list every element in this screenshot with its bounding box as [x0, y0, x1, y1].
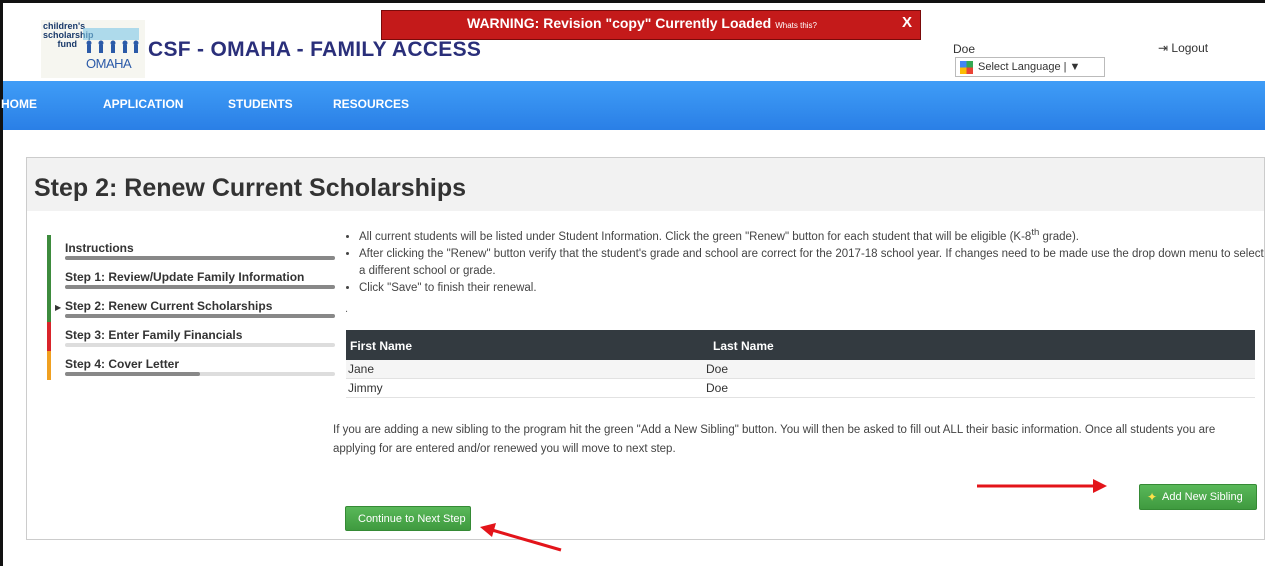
- table-row[interactable]: Jane Doe: [346, 360, 1255, 379]
- step-progress-bar: [65, 372, 335, 376]
- children-figures-icon: [83, 28, 139, 53]
- step-label: Step 3: Enter Family Financials: [65, 328, 243, 342]
- instruction-item: After clicking the "Renew" button verify…: [359, 246, 1264, 280]
- step-progress-fill: [65, 285, 335, 289]
- step-progress-bar: [65, 314, 335, 318]
- site-title: CSF - OMAHA - FAMILY ACCESS: [148, 38, 482, 61]
- instruction-text: All current students will be listed unde…: [359, 230, 1032, 243]
- active-step-caret-icon: ▶: [55, 303, 62, 312]
- table-row[interactable]: Jimmy Doe: [346, 379, 1255, 398]
- step-item-family-financials[interactable]: Step 3: Enter Family Financials: [47, 322, 337, 351]
- annotation-arrow-right-icon: [977, 479, 1107, 493]
- step-progress-fill: [65, 314, 335, 318]
- column-header-first-name[interactable]: First Name: [350, 339, 412, 353]
- logout-link[interactable]: ⇥ Logout: [1158, 41, 1208, 55]
- revision-warning-banner: WARNING: Revision "copy" Currently Loade…: [381, 10, 921, 40]
- language-select[interactable]: Select Language | ▼: [955, 57, 1105, 77]
- cell-last-name: Doe: [706, 381, 729, 395]
- step-list: Instructions Step 1: Review/Update Famil…: [47, 235, 337, 380]
- step-label: Step 4: Cover Letter: [65, 357, 180, 371]
- language-select-label: Select Language | ▼: [978, 61, 1081, 73]
- continue-next-step-button[interactable]: Continue to Next Step: [345, 506, 471, 531]
- instruction-item: Click "Save" to finish their renewal.: [359, 280, 1264, 297]
- step-label: Instructions: [65, 241, 134, 255]
- separator-dot: .: [345, 303, 349, 315]
- step-progress-bar: [65, 256, 335, 260]
- continue-label: Continue to Next Step: [358, 513, 466, 525]
- logout-icon: ⇥: [1158, 41, 1169, 55]
- cell-last-name: Doe: [706, 362, 729, 376]
- warning-text: WARNING: Revision "copy" Currently Loade…: [467, 15, 772, 31]
- instruction-list: All current students will be listed unde…: [345, 224, 1264, 297]
- step-progress-bar: [65, 285, 335, 289]
- step-item-renew-scholarships[interactable]: ▶ Step 2: Renew Current Scholarships: [47, 293, 337, 322]
- step-item-instructions[interactable]: Instructions: [47, 235, 337, 264]
- step-label: Step 1: Review/Update Family Information: [65, 270, 305, 284]
- step-progress-bar: [65, 343, 335, 347]
- cell-first-name: Jimmy: [348, 381, 383, 395]
- main-nav: HOME APPLICATION STUDENTS RESOURCES: [1, 81, 1265, 130]
- nav-item-students[interactable]: STUDENTS: [228, 97, 293, 111]
- page-title: Step 2: Renew Current Scholarships: [34, 174, 467, 202]
- logout-label: Logout: [1171, 41, 1209, 55]
- nav-item-home[interactable]: HOME: [1, 97, 37, 111]
- warning-close-button[interactable]: X: [902, 14, 912, 31]
- step-item-family-information[interactable]: Step 1: Review/Update Family Information: [47, 264, 337, 293]
- panel-header: Step 2: Renew Current Scholarships: [27, 158, 1264, 211]
- warning-whats-this-link[interactable]: Whats this?: [775, 21, 817, 30]
- add-new-sibling-label: Add New Sibling: [1162, 491, 1243, 503]
- add-new-sibling-button[interactable]: ✦ Add New Sibling: [1139, 484, 1257, 510]
- logo-line3: fund: [57, 39, 78, 49]
- logo-wordmark: children's scholarship fund: [43, 22, 94, 49]
- annotation-arrow-left-icon: [480, 523, 562, 552]
- google-translate-icon: [960, 61, 973, 74]
- nav-item-resources[interactable]: RESOURCES: [333, 97, 409, 111]
- logo-city: OMAHA: [86, 56, 132, 71]
- step-progress-fill: [65, 256, 335, 260]
- student-table: First Name Last Name Jane Doe Jimmy Doe: [346, 330, 1255, 398]
- cell-first-name: Jane: [348, 362, 375, 376]
- instruction-text-end: grade).: [1039, 230, 1079, 243]
- column-header-last-name[interactable]: Last Name: [713, 339, 774, 353]
- sibling-instructions: If you are adding a new sibling to the p…: [333, 424, 1216, 455]
- user-name: Doe: [953, 42, 976, 56]
- step-item-cover-letter[interactable]: Step 4: Cover Letter: [47, 351, 337, 380]
- nav-item-application[interactable]: APPLICATION: [103, 97, 183, 111]
- add-star-icon: ✦: [1147, 490, 1158, 504]
- instruction-item: All current students will be listed unde…: [359, 224, 1264, 246]
- step-label: Step 2: Renew Current Scholarships: [65, 299, 273, 313]
- table-header: First Name Last Name: [346, 330, 1255, 360]
- warning-text-wrap: WARNING: Revision "copy" Currently Loade…: [467, 15, 817, 31]
- step-progress-fill: [65, 372, 200, 376]
- logo[interactable]: children's scholarship fund OMAHA: [41, 20, 145, 78]
